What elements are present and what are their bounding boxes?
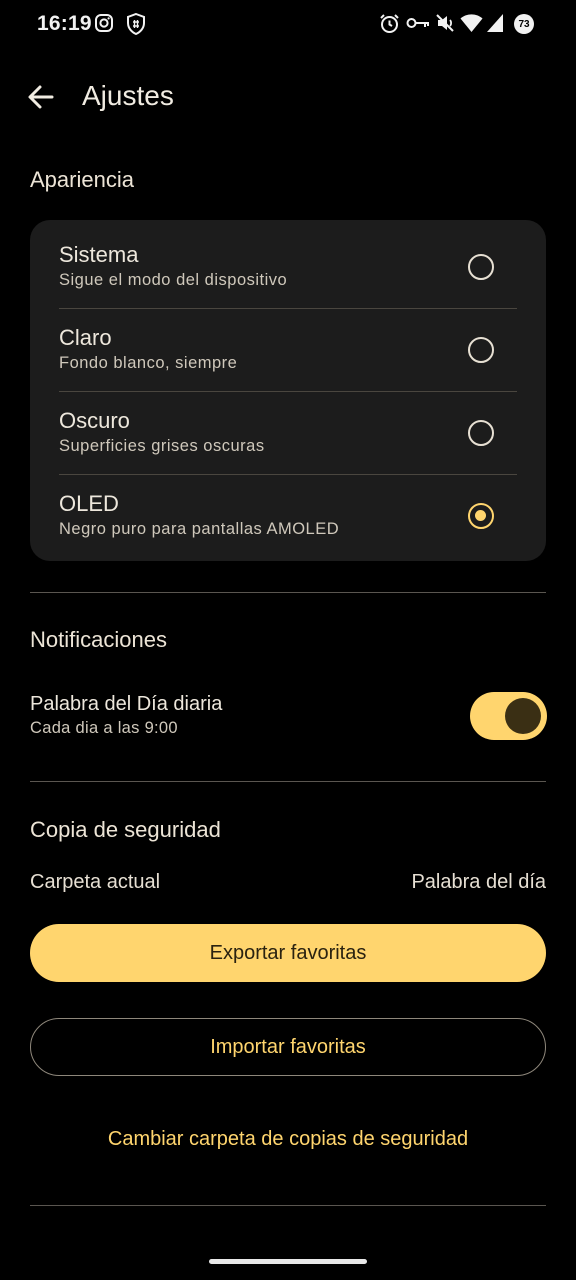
section-divider (30, 592, 546, 593)
option-subtitle: Negro puro para pantallas AMOLED (59, 520, 340, 538)
app-bar: Ajustes (0, 70, 576, 126)
alarm-icon (380, 14, 399, 33)
status-bar: 16:19 73 (0, 0, 576, 50)
section-title-backup: Copia de seguridad (30, 817, 221, 842)
mute-icon (436, 14, 454, 32)
export-favorites-button[interactable]: Exportar favoritas (30, 924, 546, 982)
change-backup-folder-button[interactable]: Cambiar carpeta de copias de seguridad (0, 1128, 576, 1151)
daily-word-label: Palabra del Día diaria (30, 693, 223, 715)
daily-word-subtitle: Cada dia a las 9:00 (30, 719, 178, 737)
option-label: OLED (59, 491, 119, 516)
daily-word-toggle[interactable] (470, 692, 547, 740)
radio-light[interactable] (468, 337, 494, 363)
option-subtitle: Sigue el modo del dispositivo (59, 271, 288, 289)
key-icon (406, 18, 429, 28)
radio-system[interactable] (468, 254, 494, 280)
instagram-icon (95, 14, 113, 32)
status-time: 16:19 (37, 12, 92, 35)
theme-option-oled[interactable]: OLED Negro puro para pantallas AMOLED (30, 469, 546, 551)
option-label: Claro (59, 325, 112, 350)
vpn-shield-icon (127, 13, 145, 35)
import-favorites-button[interactable]: Importar favoritas (30, 1018, 546, 1076)
current-folder-label: Carpeta actual (30, 871, 161, 893)
wifi-icon (460, 14, 483, 32)
option-subtitle: Superficies grises oscuras (59, 437, 265, 455)
section-divider (30, 1205, 546, 1206)
section-title-notifications: Notificaciones (30, 627, 167, 652)
radio-dark[interactable] (468, 420, 494, 446)
theme-option-system[interactable]: Sistema Sigue el modo del dispositivo (30, 220, 546, 302)
arrow-back-icon[interactable] (26, 82, 56, 112)
signal-icon (487, 14, 503, 32)
option-subtitle: Fondo blanco, siempre (59, 354, 238, 372)
theme-option-light[interactable]: Claro Fondo blanco, siempre (30, 303, 546, 385)
section-divider (30, 781, 546, 782)
page-title: Ajustes (82, 80, 174, 111)
section-title-appearance: Apariencia (30, 167, 134, 192)
battery-icon: 73 (514, 14, 534, 34)
option-label: Sistema (59, 242, 139, 267)
theme-options-card: Sistema Sigue el modo del dispositivo Cl… (30, 220, 546, 561)
current-folder-value: Palabra del día (411, 871, 546, 893)
gesture-navigation-bar[interactable] (209, 1259, 367, 1264)
toggle-knob (505, 698, 541, 734)
option-label: Oscuro (59, 408, 130, 433)
radio-oled-selected[interactable] (468, 503, 494, 529)
theme-option-dark[interactable]: Oscuro Superficies grises oscuras (30, 386, 546, 468)
